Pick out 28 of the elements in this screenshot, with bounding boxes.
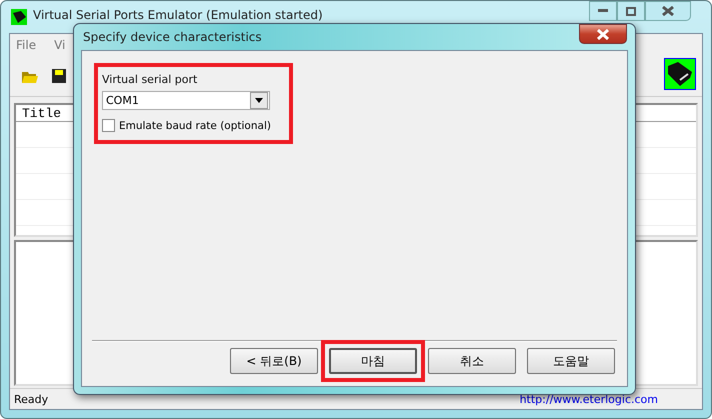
close-icon (596, 28, 610, 40)
port-dropdown[interactable]: COM1 (102, 91, 270, 110)
dialog-button[interactable]: 도움말 (527, 348, 615, 374)
column-header[interactable]: Title (22, 106, 62, 120)
maximize-button[interactable] (617, 1, 645, 21)
website-link[interactable]: http://www.eterlogic.com (520, 392, 658, 406)
close-icon (662, 6, 674, 16)
close-button[interactable] (645, 1, 691, 21)
open-folder-icon[interactable] (22, 69, 38, 83)
maximize-icon (626, 6, 636, 16)
menu-item[interactable]: File (16, 38, 36, 52)
status-text: Ready (14, 392, 48, 406)
serial-port-icon (11, 9, 27, 25)
window-title: Virtual Serial Ports Emulator (Emulation started) (33, 8, 323, 22)
save-icon[interactable] (52, 69, 66, 83)
menu-item[interactable]: Vi (54, 38, 66, 52)
dialog-button[interactable]: < 뒤로(B) (230, 348, 318, 374)
dropdown-arrow-icon (255, 98, 263, 103)
dialog-title: Specify device characteristics (83, 30, 262, 44)
dialog-button[interactable]: 취소 (428, 348, 516, 374)
close-button[interactable] (579, 24, 627, 44)
checkbox[interactable] (102, 119, 115, 132)
minimize-button[interactable] (589, 1, 617, 21)
field-label: Virtual serial port (102, 73, 198, 86)
checkbox-label: Emulate baud rate (optional) (119, 120, 271, 132)
dialog-button[interactable]: 마침 (329, 348, 417, 374)
serial-connector-icon[interactable] (664, 58, 696, 90)
minimize-icon (598, 9, 608, 13)
